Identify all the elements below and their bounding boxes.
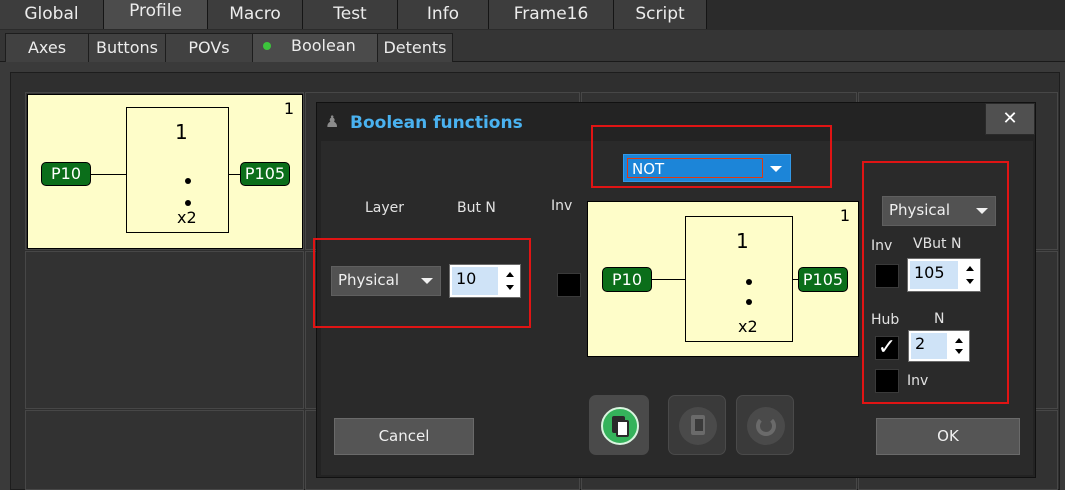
active-dot-icon: [263, 42, 271, 50]
paste-icon: [679, 407, 717, 445]
dialog-title: Boolean functions: [350, 113, 523, 133]
subtab-povs[interactable]: POVs: [165, 33, 253, 62]
bg-input-port: P10: [41, 162, 91, 186]
bg-gate-bottom: x2: [177, 208, 197, 227]
layer-label: Layer: [365, 200, 405, 216]
dialog-wire-in: [652, 279, 685, 280]
dialog-output-port: P105: [798, 267, 848, 292]
subtab-boolean[interactable]: Boolean: [252, 33, 378, 62]
dialog-input-port: P10: [602, 267, 652, 292]
grid-cell[interactable]: [25, 251, 304, 409]
refresh-arc: [756, 416, 776, 436]
reset-button[interactable]: [736, 395, 794, 455]
highlight-output-config: [862, 161, 1009, 404]
highlight-input-config: [313, 238, 531, 328]
bullet-icon: [185, 200, 191, 206]
bg-diagram-number: 1: [283, 99, 294, 118]
copy-page-front: [616, 420, 629, 437]
dialog-diagram: 1 1 x2 P10 P105: [587, 201, 859, 357]
bg-gate: 1 x2: [126, 107, 229, 233]
main-tab-bar: Global Profile Macro Test Info Frame16 S…: [0, 0, 1065, 30]
app-icon: ♟: [325, 112, 340, 131]
subtab-boolean-label: Boolean: [291, 36, 356, 55]
butn-label: But N: [457, 200, 496, 216]
inv-checkbox[interactable]: [557, 273, 581, 297]
highlight-function-select: [591, 125, 832, 188]
ok-button[interactable]: OK: [876, 418, 1020, 455]
reset-icon: [747, 407, 785, 445]
inv-label: Inv: [551, 198, 573, 214]
subtab-axes[interactable]: Axes: [5, 33, 89, 62]
copy-button[interactable]: [589, 395, 649, 455]
bg-gate-top: 1: [175, 120, 188, 144]
subtab-detents[interactable]: Detents: [377, 33, 453, 62]
bg-wire-in: [90, 174, 126, 175]
tab-script[interactable]: Script: [614, 0, 707, 29]
bullet-icon: [746, 299, 752, 305]
dialog-gate-top: 1: [736, 229, 749, 253]
dialog-gate-bottom: x2: [738, 317, 758, 336]
cancel-button[interactable]: Cancel: [334, 418, 474, 455]
copy-icon: [601, 407, 639, 445]
tab-global[interactable]: Global: [0, 0, 104, 29]
sub-tab-bar: Axes Buttons POVs Boolean Detents: [0, 30, 1065, 62]
dialog-gate: 1 x2: [685, 216, 793, 342]
grid-cell[interactable]: [25, 410, 304, 490]
tab-test[interactable]: Test: [303, 0, 398, 29]
tab-macro[interactable]: Macro: [208, 0, 303, 29]
paste-button[interactable]: [668, 395, 726, 455]
bg-diagram[interactable]: 1 1 x2 P10 P105: [27, 94, 303, 249]
close-button[interactable]: ✕: [985, 103, 1035, 135]
clipboard-page: [695, 419, 703, 431]
bullet-icon: [185, 178, 191, 184]
bg-output-port: P105: [240, 162, 290, 186]
subtab-buttons[interactable]: Buttons: [88, 33, 166, 62]
tab-info[interactable]: Info: [398, 0, 489, 29]
tab-profile[interactable]: Profile: [104, 0, 208, 29]
tab-frame16[interactable]: Frame16: [489, 0, 614, 29]
dialog-diagram-number: 1: [839, 206, 850, 225]
bullet-icon: [746, 279, 752, 285]
close-icon: ✕: [1002, 108, 1018, 129]
